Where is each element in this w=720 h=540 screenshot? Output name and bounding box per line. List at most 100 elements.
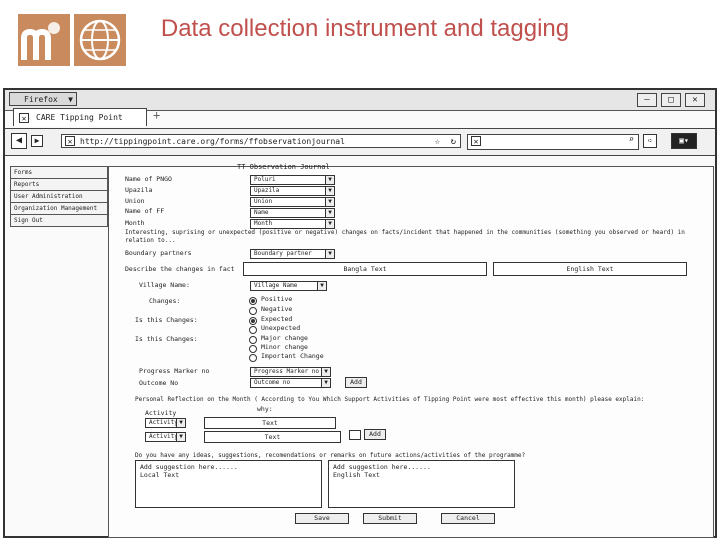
field-label-ff: Name of FF — [125, 207, 165, 215]
sidebar-item-organization-management[interactable]: Organization Management — [10, 203, 108, 215]
chevron-down-icon: ▼ — [325, 198, 334, 206]
sidebar: Forms Reports User Administration Organi… — [10, 166, 108, 227]
slide-title: Data collection instrument and tagging — [160, 15, 570, 42]
url-bar[interactable]: ✕ http://tippingpoint.care.org/forms/ffo… — [61, 134, 461, 148]
local-suggestion-textarea[interactable]: Add suggestion here...... Local Text — [135, 460, 322, 508]
search-icon[interactable]: ⌕ — [629, 135, 634, 145]
navigation-bar: ◀ ▶ ✕ http://tippingpoint.care.org/forms… — [5, 128, 715, 156]
upazila-select[interactable]: Upazila ▼ — [250, 186, 335, 196]
forward-icon[interactable]: ▶ — [31, 135, 43, 147]
chevron-down-icon: ▼ — [325, 187, 334, 195]
pngo-select[interactable]: Poluri ▼ — [250, 175, 335, 185]
organization-logo — [18, 14, 126, 66]
union-select[interactable]: Union ▼ — [250, 197, 335, 207]
chevron-down-icon: ▼ — [317, 282, 326, 290]
activity-value-1: Activity — [149, 419, 178, 426]
activity-select-2[interactable]: Activity ▼ — [145, 432, 186, 442]
union-value: Union — [254, 198, 273, 205]
field-label-upazila: Upazila — [125, 186, 153, 194]
option-negative: Negative — [261, 305, 293, 313]
reflection-label: Personal Reflection on the Month ( Accor… — [135, 396, 645, 403]
option-major-change: Major change — [261, 334, 308, 342]
option-important-change: Important Change — [261, 352, 324, 360]
radio-expected[interactable] — [249, 317, 257, 325]
field-label-month: Month — [125, 219, 145, 227]
maximize-button[interactable]: □ — [661, 93, 681, 107]
option-minor-change: Minor change — [261, 343, 308, 351]
new-tab-button[interactable]: + — [153, 108, 160, 122]
chevron-down-icon: ▼ — [176, 433, 185, 441]
why-text-2[interactable]: Text — [204, 431, 341, 443]
upazila-value: Upazila — [254, 187, 280, 194]
village-select[interactable]: Village Name ▼ — [250, 281, 327, 291]
changes-label: Changes: — [149, 297, 181, 305]
save-button[interactable]: Save — [295, 513, 349, 524]
logo-letter-m — [18, 14, 70, 66]
month-value: Month — [254, 220, 273, 227]
radio-minor-change[interactable] — [249, 345, 257, 353]
bookmark-star-icon[interactable]: ☆ — [435, 135, 440, 149]
boundary-partner-select[interactable]: Boundary partner ▼ — [250, 249, 335, 259]
ff-name-value: Name — [254, 209, 269, 216]
option-positive: Positive — [261, 295, 293, 303]
form-title: TT Observation Journal — [237, 163, 330, 171]
activity-select-1[interactable]: Activity ▼ — [145, 418, 186, 428]
changes-question: Interesting, suprising or unexpected (po… — [125, 229, 685, 244]
add-outcome-button[interactable]: Add — [345, 377, 367, 388]
cancel-button[interactable]: Cancel — [441, 513, 495, 524]
site-icon: ✕ — [65, 136, 75, 146]
submit-button[interactable]: Submit — [363, 513, 417, 524]
back-icon[interactable]: ◀ — [11, 133, 27, 149]
browser-menu-label: Firefox — [24, 95, 58, 104]
why-text-1[interactable]: Text — [204, 417, 336, 429]
close-window-button[interactable]: ✕ — [685, 93, 705, 107]
outcome-label: Outcome No — [139, 379, 179, 387]
bookmarks-menu-icon[interactable]: ▣▾ — [671, 133, 697, 149]
form-panel: TT Observation Journal Name of PNGO Polu… — [108, 163, 714, 538]
local-suggestion-text: Local Text — [140, 471, 180, 479]
boundary-label: Boundary partners — [125, 249, 192, 257]
radio-important-change[interactable] — [249, 354, 257, 362]
expected-label: Is this Changes: — [135, 316, 198, 324]
progress-marker-label: Progress Marker no — [139, 367, 210, 375]
browser-tab[interactable]: ✕ CARE Tipping Point — [13, 108, 147, 126]
radio-unexpected[interactable] — [249, 326, 257, 334]
month-select[interactable]: Month ▼ — [250, 219, 335, 229]
pngo-value: Poluri — [254, 176, 276, 183]
village-value: Village Name — [254, 282, 298, 289]
go-arrow-icon[interactable]: ➪ — [643, 134, 657, 148]
minimize-button[interactable]: — — [637, 93, 657, 107]
progress-marker-select[interactable]: Progress Marker no ▼ — [250, 367, 331, 377]
dropdown-arrow-icon: ▼ — [68, 95, 73, 104]
sidebar-item-forms[interactable]: Forms — [10, 166, 108, 179]
sidebar-item-sign-out[interactable]: Sign Out — [10, 215, 108, 227]
village-label: Village Name: — [139, 281, 190, 289]
english-suggestion-text: English Text — [333, 471, 380, 479]
reload-icon[interactable]: ↻ — [451, 135, 456, 149]
connector-icon — [349, 430, 361, 440]
field-label-pngo: Name of PNGO — [125, 175, 172, 183]
why-label: why: — [257, 405, 273, 413]
browser-menu-button[interactable]: Firefox ▼ — [9, 92, 77, 106]
ff-name-select[interactable]: Name ▼ — [250, 208, 335, 218]
major-label: Is this Changes: — [135, 335, 198, 343]
outcome-value: Outcome no — [254, 379, 291, 386]
radio-positive[interactable] — [249, 297, 257, 305]
outcome-select[interactable]: Outcome no ▼ — [250, 378, 331, 388]
sidebar-item-reports[interactable]: Reports — [10, 179, 108, 191]
sidebar-item-user-administration[interactable]: User Administration — [10, 191, 108, 203]
english-suggestion-textarea[interactable]: Add suggestion here...... English Text — [328, 460, 515, 508]
english-suggestion-placeholder: Add suggestion here...... — [333, 463, 431, 471]
local-suggestion-placeholder: Add suggestion here...... — [140, 463, 238, 471]
radio-major-change[interactable] — [249, 336, 257, 344]
chevron-down-icon: ▼ — [325, 220, 334, 228]
search-input[interactable]: ✕ ⌕ — [467, 134, 639, 150]
add-activity-button[interactable]: Add — [364, 429, 386, 440]
radio-negative[interactable] — [249, 307, 257, 315]
progress-marker-value: Progress Marker no — [254, 368, 320, 375]
english-text-header: English Text — [493, 262, 687, 276]
tab-favicon-icon: ✕ — [19, 113, 29, 123]
activity-value-2: Activity — [149, 433, 178, 440]
bangla-text-header: Bangla Text — [243, 262, 487, 276]
field-label-union: Union — [125, 197, 145, 205]
